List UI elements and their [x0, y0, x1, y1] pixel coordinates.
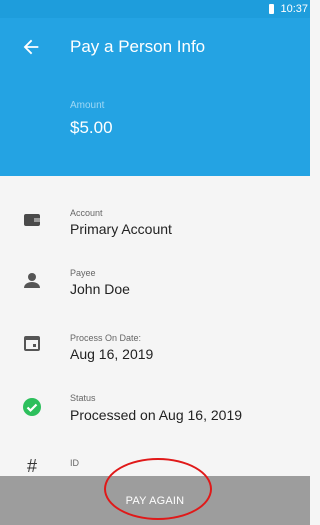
payee-label: Payee — [70, 268, 96, 278]
date-value: Aug 16, 2019 — [70, 346, 154, 362]
status-value: Processed on Aug 16, 2019 — [70, 407, 243, 423]
account-value: Primary Account — [70, 221, 172, 237]
page-title: Pay a Person Info — [70, 37, 206, 56]
hash-icon: # — [26, 455, 37, 476]
bottom-bar: PAY AGAIN — [0, 476, 310, 525]
amount-label: Amount — [70, 100, 105, 111]
payee-row: Payee John Doe — [0, 264, 310, 320]
arrow-left-icon[interactable] — [20, 36, 42, 58]
person-icon — [22, 270, 42, 290]
wallet-icon — [22, 210, 42, 230]
status-bar: 10:37 — [0, 0, 310, 18]
status-label: Status — [70, 393, 96, 403]
status-time: 10:37 — [280, 3, 308, 15]
account-label: Account — [70, 208, 103, 218]
check-circle-icon — [22, 397, 42, 417]
account-row: Account Primary Account — [0, 204, 310, 260]
id-label: ID — [70, 458, 79, 468]
header: Pay a Person Info Amount $5.00 — [0, 18, 310, 176]
details-list: Account Primary Account Payee John Doe P… — [0, 176, 310, 476]
battery-icon — [269, 4, 275, 14]
date-label: Process On Date: — [70, 333, 142, 343]
payee-value: John Doe — [70, 281, 130, 297]
status-right: 10:37 — [269, 0, 310, 18]
date-row: Process On Date: Aug 16, 2019 — [0, 329, 310, 385]
pay-again-button[interactable]: PAY AGAIN — [0, 476, 310, 525]
status-row: Status Processed on Aug 16, 2019 — [0, 391, 310, 447]
calendar-icon — [22, 333, 42, 353]
amount-value: $5.00 — [70, 118, 113, 137]
